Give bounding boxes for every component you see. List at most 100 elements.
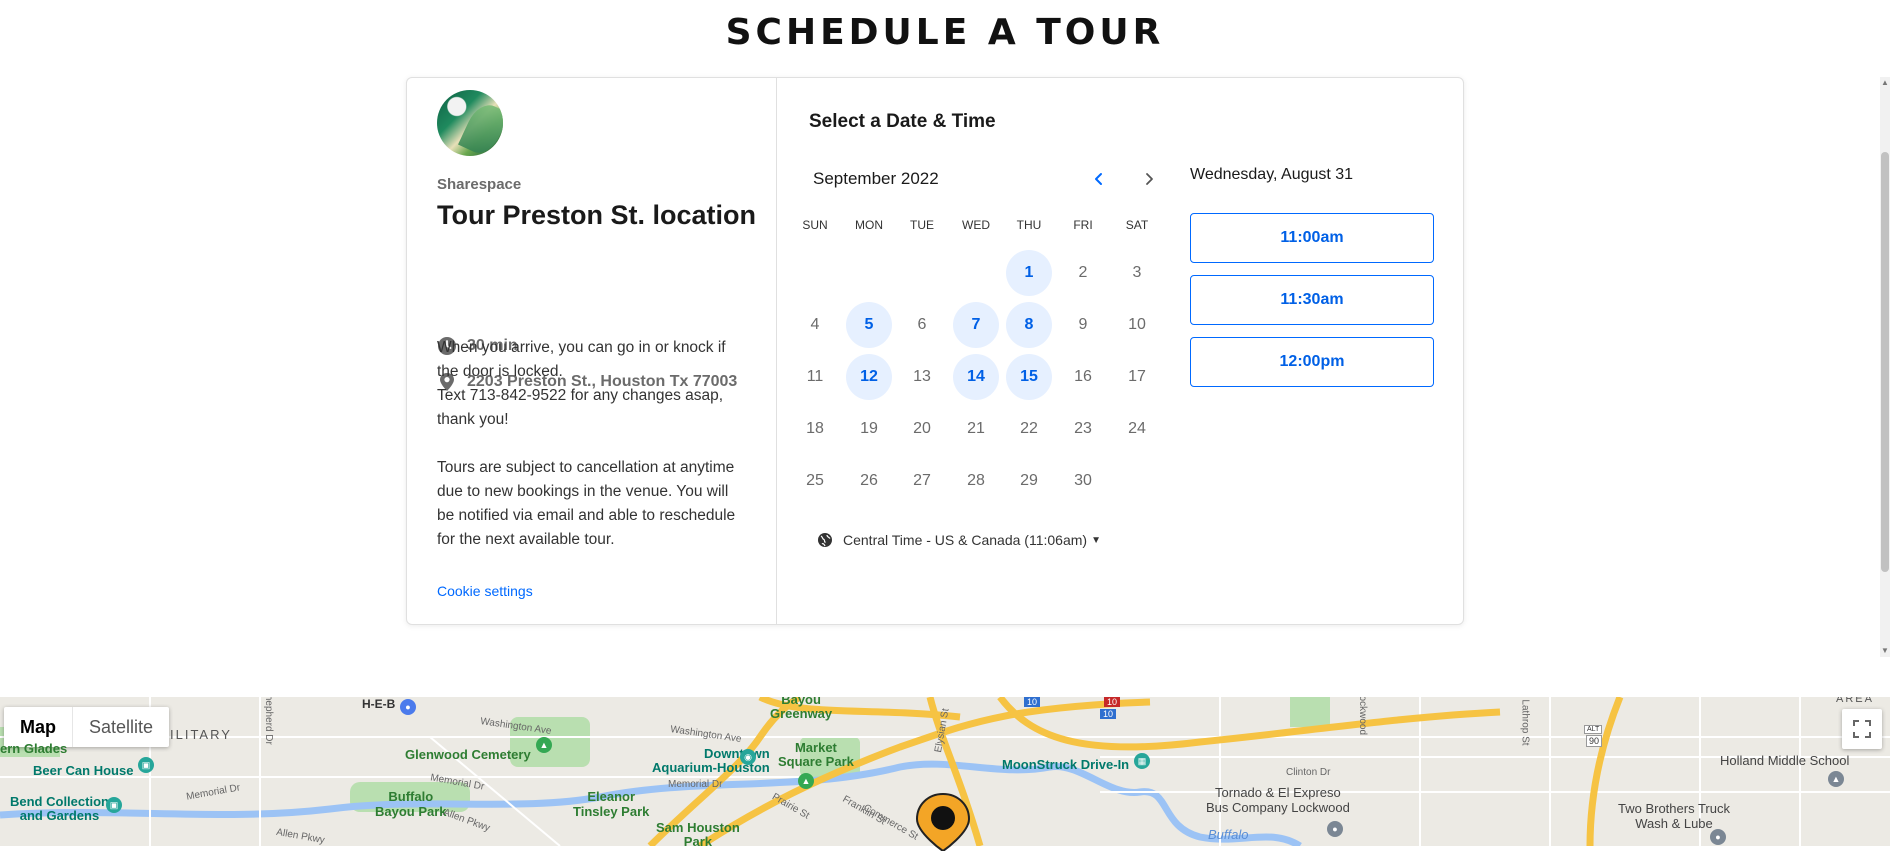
calendar-day-available[interactable]: 12 xyxy=(846,354,892,400)
place-pin-icon: ● xyxy=(1710,829,1726,845)
map-label: Bend Collection and Gardens xyxy=(10,794,109,823)
timezone-text: Central Time - US & Canada (11:06am) xyxy=(843,532,1088,548)
scroll-down-icon[interactable]: ▼ xyxy=(1880,645,1890,657)
calendar-day: 3 xyxy=(1132,264,1142,281)
map-label: ern Glades xyxy=(0,741,68,756)
fullscreen-icon xyxy=(1853,720,1871,738)
calendar-day: 2 xyxy=(1078,264,1088,281)
time-slot-button[interactable]: 12:00pm xyxy=(1190,337,1434,387)
route-shield: ALT xyxy=(1584,725,1603,734)
map-fullscreen-button[interactable] xyxy=(1842,709,1882,749)
weekday-label: FRI xyxy=(1073,218,1093,232)
calendar-day: 16 xyxy=(1074,368,1092,385)
map-label: Bayou Greenway xyxy=(770,697,833,721)
calendar-day: 22 xyxy=(1020,420,1038,437)
park-icon: ▲ xyxy=(798,773,814,789)
time-slot-button[interactable]: 11:00am xyxy=(1190,213,1434,263)
calendar-day-available[interactable]: 7 xyxy=(953,302,999,348)
calendar-day-available[interactable]: 5 xyxy=(846,302,892,348)
time-slot-button[interactable]: 11:30am xyxy=(1190,275,1434,325)
calendar-day: 23 xyxy=(1074,420,1092,437)
interstate-shield: 10 xyxy=(1104,697,1121,707)
map-label: Glenwood Cemetery xyxy=(405,747,531,762)
weekday-label: SAT xyxy=(1125,218,1149,232)
park-icon: ▲ xyxy=(536,737,552,753)
weekday-label: WED xyxy=(962,218,990,232)
event-details-panel: Sharespace Tour Preston St. location 30 … xyxy=(407,78,777,624)
map-label: Clinton Dr xyxy=(1286,767,1331,778)
description-line: Text 713-842-9522 for any changes asap, … xyxy=(437,387,724,428)
chevron-right-icon xyxy=(1146,173,1153,185)
garden-icon: ▣ xyxy=(106,797,122,813)
shopping-icon: ● xyxy=(400,699,416,715)
calendar-day: 11 xyxy=(806,368,824,385)
aquarium-icon: ◉ xyxy=(740,749,756,765)
calendar-day: 26 xyxy=(860,472,878,489)
selected-date-label: Wednesday, August 31 xyxy=(1190,166,1354,183)
weekday-label: THU xyxy=(1016,218,1042,232)
weekday-label: MON xyxy=(855,218,883,232)
interstate-shield: 10 xyxy=(1100,709,1117,719)
page-scrollbar[interactable]: ▲ ▼ xyxy=(1880,77,1890,657)
interstate-shield: 10 xyxy=(1024,697,1041,707)
map-label: Tornado & El Expreso Bus Company Lockwoo… xyxy=(1206,785,1350,815)
calendar-day: 30 xyxy=(1074,472,1092,489)
weekday-label: SUN xyxy=(802,218,828,232)
calendar-day: 25 xyxy=(806,472,824,489)
calendar-day-available[interactable]: 8 xyxy=(1006,302,1052,348)
scroll-up-icon[interactable]: ▲ xyxy=(1880,77,1890,89)
calendar-day: 4 xyxy=(810,316,820,333)
calendar-day: 20 xyxy=(913,420,931,437)
timezone-selector[interactable]: Central Time - US & Canada (11:06am) ▼ xyxy=(817,532,1101,548)
map-label: Two Brothers Truck Wash & Lube xyxy=(1618,801,1730,831)
caret-down-icon: ▼ xyxy=(1091,534,1101,546)
globe-icon xyxy=(818,533,832,547)
map-label: Eleanor Tinsley Park xyxy=(573,789,650,819)
map-type-satellite-button[interactable]: Satellite xyxy=(72,707,169,747)
previous-month-button[interactable] xyxy=(1085,165,1113,193)
scrollbar-thumb[interactable] xyxy=(1881,152,1889,572)
map-label: Beer Can House xyxy=(33,763,134,778)
location-marker-icon[interactable] xyxy=(914,793,972,851)
place-pin-icon: ● xyxy=(1327,821,1343,837)
map-label: Shepherd Dr xyxy=(262,697,274,745)
next-month-button[interactable] xyxy=(1135,165,1163,193)
event-title: Tour Preston St. location xyxy=(437,200,757,230)
school-icon: ▲ xyxy=(1828,771,1844,787)
calendar-day: 6 xyxy=(917,316,927,333)
month-label: September 2022 xyxy=(813,169,939,188)
map-label: Memorial Dr xyxy=(668,779,723,790)
map-label: AREA xyxy=(1836,697,1874,705)
calendar-day: 19 xyxy=(860,420,878,437)
select-date-heading: Select a Date & Time xyxy=(809,111,996,132)
calendar-day-available[interactable]: 14 xyxy=(953,354,999,400)
description-line: When you arrive, you can go in or knock … xyxy=(437,339,726,380)
event-description: When you arrive, you can go in or knock … xyxy=(437,336,747,552)
calendar-day: 17 xyxy=(1128,368,1146,385)
calendar-day: 9 xyxy=(1078,316,1088,333)
calendar-day: 18 xyxy=(806,420,824,437)
calendar-day-available[interactable]: 15 xyxy=(1006,354,1052,400)
calendar-day: 21 xyxy=(967,420,985,437)
map-label: H-E-B xyxy=(362,697,396,711)
map-label: Holland Middle School xyxy=(1720,753,1850,768)
cookie-settings-link[interactable]: Cookie settings xyxy=(437,583,533,599)
map-label: Buffalo xyxy=(1208,827,1249,842)
map-label: Buffalo Bayou Park xyxy=(375,789,447,819)
weekday-label: TUE xyxy=(910,218,934,232)
calendar-day: 24 xyxy=(1128,420,1146,437)
description-line: Tours are subject to cancellation at any… xyxy=(437,459,736,548)
map-label: Sam Houston Park xyxy=(656,820,740,847)
page-title: SCHEDULE A TOUR xyxy=(725,12,1165,53)
route-shield: 90 xyxy=(1586,735,1603,747)
map-label: Market Square Park xyxy=(778,740,854,769)
calendar-day: 29 xyxy=(1020,472,1038,489)
organizer-name: Sharespace xyxy=(437,176,522,193)
map-label: Lockwood xyxy=(1357,697,1369,736)
map-label: MoonStruck Drive-In xyxy=(1002,757,1130,772)
calendar-day-available[interactable]: 1 xyxy=(1006,250,1052,296)
calendar-day: 28 xyxy=(967,472,985,489)
museum-icon: ▣ xyxy=(138,757,154,773)
cinema-icon: ▦ xyxy=(1134,753,1150,769)
calendar-day: 13 xyxy=(913,368,931,385)
